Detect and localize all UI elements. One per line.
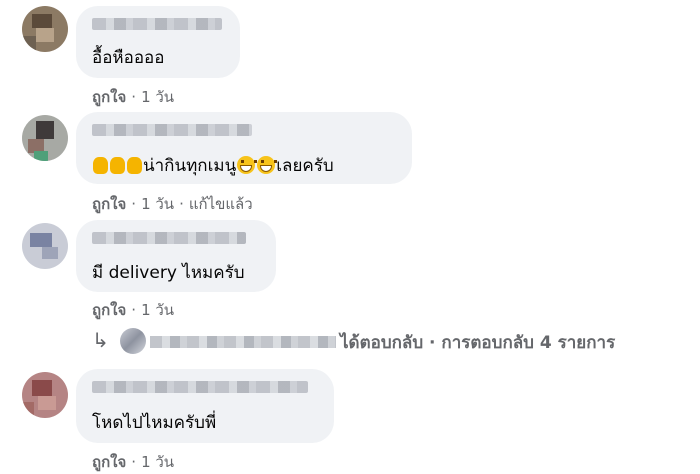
comment-meta: ถูกใจ · 1 วัน · แก้ไขแล้ว [92, 192, 253, 216]
avatar[interactable] [22, 223, 68, 269]
grinning-face-icon [237, 156, 258, 174]
avatar[interactable] [22, 6, 68, 52]
timestamp[interactable]: 1 วัน [141, 301, 174, 319]
comment-text: น่ากินทุกเมนู เลยครับ [92, 152, 334, 179]
separator: · [131, 195, 137, 213]
replier-name [150, 336, 336, 348]
comment-text: มี delivery ไหมครับ [92, 263, 245, 283]
like-button[interactable]: ถูกใจ [92, 301, 126, 319]
comment-meta: ถูกใจ · 1 วัน [92, 85, 174, 109]
timestamp[interactable]: 1 วัน [141, 88, 174, 106]
like-button[interactable]: ถูกใจ [92, 453, 126, 471]
comment-text-main: น่ากินทุกเมนู [143, 156, 237, 176]
like-button[interactable]: ถูกใจ [92, 88, 126, 106]
avatar[interactable] [22, 115, 68, 161]
avatar[interactable] [22, 372, 68, 418]
separator: · [131, 88, 137, 106]
separator: · [131, 453, 137, 471]
comment-bubble: โหดไปไหมครับพี่ [76, 369, 334, 443]
thumbs-up-icon [93, 157, 108, 174]
thumbs-up-icon [127, 157, 142, 174]
comment-bubble: อื้อหืออออ [76, 6, 240, 78]
commenter-name[interactable] [92, 232, 246, 244]
separator: · [131, 301, 137, 319]
edited-label[interactable]: แก้ไขแล้ว [189, 195, 253, 213]
comment-meta: ถูกใจ · 1 วัน [92, 298, 174, 322]
commenter-name[interactable] [92, 18, 222, 30]
commenter-name[interactable] [92, 124, 252, 136]
comment-bubble: น่ากินทุกเมนู เลยครับ [76, 112, 412, 184]
commenter-name[interactable] [92, 381, 308, 393]
thumbs-up-icon [110, 157, 125, 174]
timestamp[interactable]: 1 วัน [141, 453, 174, 471]
comment-meta: ถูกใจ · 1 วัน [92, 450, 174, 474]
replies-count-text: ได้ตอบกลับ · การตอบกลับ 4 รายการ [340, 333, 616, 353]
timestamp[interactable]: 1 วัน [141, 195, 174, 213]
separator: · [179, 195, 184, 213]
comment-text: โหดไปไหมครับพี่ [92, 413, 217, 433]
view-replies-link[interactable]: ↳ ได้ตอบกลับ · การตอบกลับ 4 รายการ [92, 326, 692, 358]
comment-bubble: มี delivery ไหมครับ [76, 220, 276, 292]
comment-text-suffix: เลยครับ [276, 156, 334, 176]
grinning-face-icon [257, 156, 278, 174]
comment-text: อื้อหืออออ [92, 48, 165, 68]
reply-arrow-icon: ↳ [92, 328, 109, 352]
like-button[interactable]: ถูกใจ [92, 195, 126, 213]
avatar [120, 328, 146, 354]
